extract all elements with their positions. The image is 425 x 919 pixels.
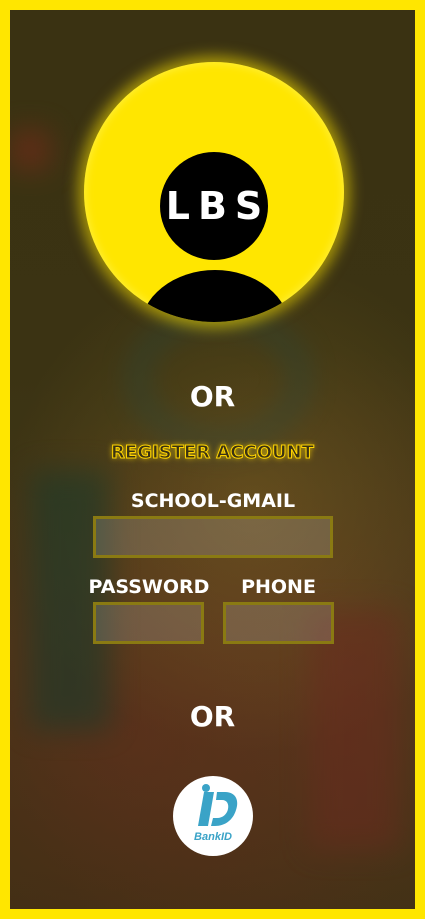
lbs-logo: LBS bbox=[84, 62, 344, 322]
background-blur-shape bbox=[10, 130, 50, 170]
logo-shoulders bbox=[140, 270, 290, 322]
password-label: PASSWORD bbox=[88, 576, 210, 598]
school-gmail-label: SCHOOL-GMAIL bbox=[130, 490, 296, 512]
school-gmail-input[interactable] bbox=[93, 516, 333, 558]
login-screen: LBS OR REGISTER ACCOUNT SCHOOL-GMAIL PAS… bbox=[10, 10, 415, 909]
bankid-login-button[interactable]: BankID bbox=[173, 776, 253, 856]
phone-label: PHONE bbox=[241, 576, 316, 598]
password-input[interactable] bbox=[93, 602, 204, 644]
or-divider-top: OR bbox=[189, 380, 236, 413]
logo-head: LBS bbox=[160, 152, 268, 260]
register-account-link[interactable]: REGISTER ACCOUNT bbox=[10, 442, 415, 464]
bankid-label: BankID bbox=[194, 831, 232, 843]
logo-text: LBS bbox=[165, 184, 271, 228]
or-divider-bottom: OR bbox=[189, 700, 236, 733]
background-blur-shape bbox=[130, 310, 308, 448]
bankid-icon: BankID bbox=[194, 784, 238, 843]
phone-input[interactable] bbox=[223, 602, 334, 644]
